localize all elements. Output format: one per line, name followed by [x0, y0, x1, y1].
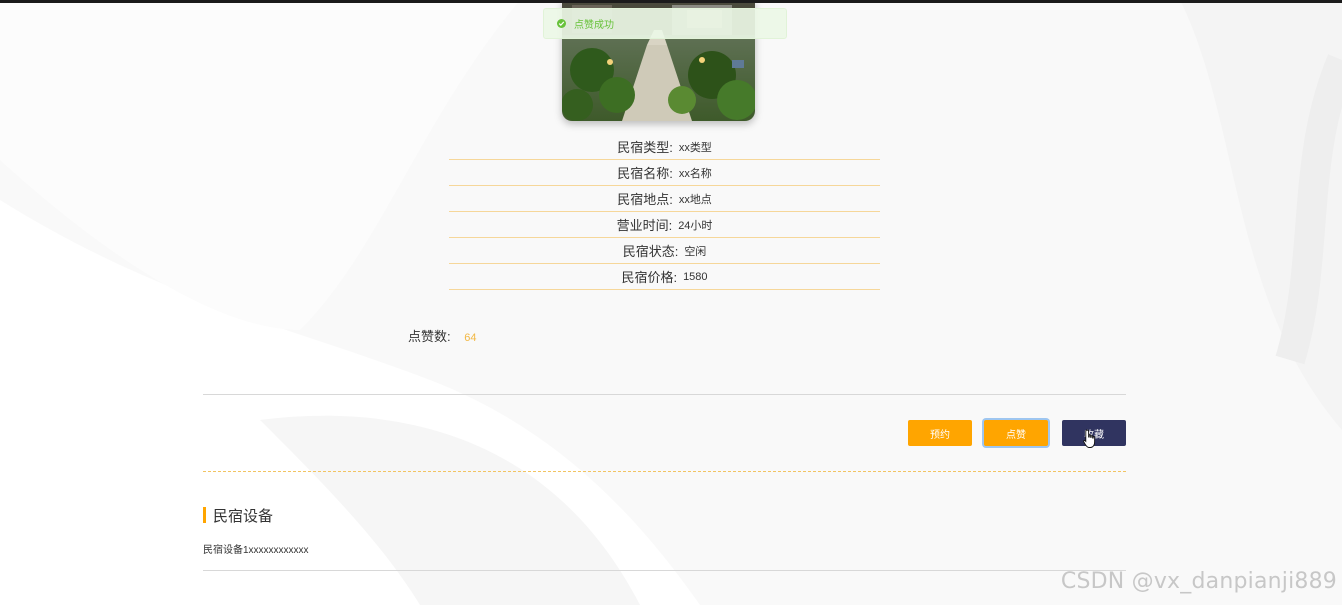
detail-label: 民宿类型:: [617, 140, 673, 155]
like-button[interactable]: 点赞: [984, 420, 1048, 446]
detail-value: 空闲: [684, 245, 707, 258]
likes-count: 64: [464, 332, 477, 344]
facilities-section-title: 民宿设备: [203, 507, 274, 525]
facilities-title: 民宿设备: [213, 507, 274, 525]
success-toast: 点赞成功: [543, 8, 787, 39]
detail-row-status: 民宿状态: 空闲: [449, 238, 880, 264]
detail-row-type: 民宿类型: xx类型: [449, 134, 880, 160]
detail-value: xx地点: [678, 193, 712, 206]
detail-value: xx类型: [678, 141, 712, 154]
facilities-content: 民宿设备1xxxxxxxxxxxx: [203, 545, 309, 556]
detail-value: xx名称: [678, 167, 712, 180]
top-bar: [0, 0, 1342, 3]
detail-label: 民宿名称:: [617, 166, 673, 181]
detail-row-name: 民宿名称: xx名称: [449, 160, 880, 186]
detail-value: 1580: [683, 270, 708, 283]
detail-row-location: 民宿地点: xx地点: [449, 186, 880, 212]
toast-message: 点赞成功: [574, 20, 614, 31]
book-button[interactable]: 预约: [908, 420, 972, 446]
divider: [203, 394, 1126, 395]
watermark: CSDN @vx_danpianji889: [1060, 569, 1337, 594]
detail-label: 民宿状态:: [622, 244, 679, 259]
homestay-details: 民宿类型: xx类型 民宿名称: xx名称 民宿地点: xx地点 营业时间: 2…: [449, 134, 880, 290]
likes-label: 点赞数:: [408, 329, 451, 344]
detail-row-hours: 营业时间: 24小时: [449, 212, 880, 238]
detail-label: 民宿价格:: [621, 270, 678, 285]
detail-value: 24小时: [678, 219, 713, 232]
check-circle-icon: [557, 19, 566, 28]
hand-cursor-icon: [1083, 429, 1096, 448]
section-divider: [203, 471, 1126, 472]
likes-info: 点赞数: 64: [408, 326, 477, 345]
section-accent-bar: [203, 507, 206, 523]
detail-label: 营业时间:: [616, 218, 673, 233]
detail-row-price: 民宿价格: 1580: [449, 264, 880, 290]
bottom-divider: [203, 570, 1126, 571]
detail-label: 民宿地点:: [617, 192, 673, 207]
